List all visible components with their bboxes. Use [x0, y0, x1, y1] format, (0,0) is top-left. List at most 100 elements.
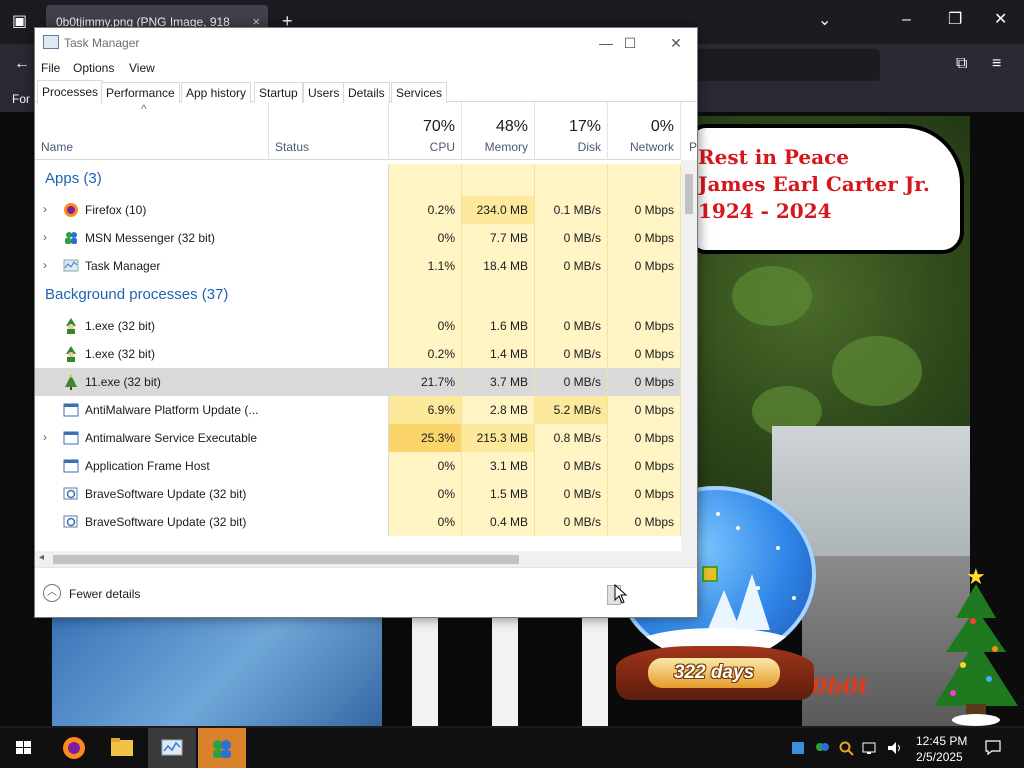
menu-bar: File Options View [35, 58, 697, 80]
network-label: Network [629, 140, 674, 154]
cpu-value: 0% [389, 480, 462, 508]
tab-performance[interactable]: Performance [101, 82, 180, 103]
expand-chevron-icon[interactable]: › [43, 230, 47, 244]
pool-water [52, 616, 412, 726]
msn-messenger-icon [63, 230, 79, 246]
process-row[interactable]: › Antimalware Service Executable 25.3% 215.… [35, 424, 681, 452]
menu-file[interactable]: File [41, 61, 60, 75]
extensions-icon[interactable]: ⧉ [956, 56, 967, 72]
column-network[interactable]: 0% Network [608, 102, 681, 160]
memory-value: 18.4 MB [462, 252, 535, 280]
process-row[interactable]: Application Frame Host 0% 3.1 MB 0 MB/s 0 Mb… [35, 452, 681, 480]
tab-app-history[interactable]: App history [181, 82, 252, 103]
disk-value: 0 MB/s [535, 480, 608, 508]
foliage-clump [732, 266, 812, 326]
process-row[interactable]: BraveSoftware Update (32 bit) 0% 1.5 MB 0 M… [35, 480, 681, 508]
column-name[interactable]: ^ Name [35, 102, 269, 160]
network-percent: 0% [650, 118, 674, 135]
chevron-down-icon[interactable]: ⌄ [818, 13, 831, 29]
status-cell [269, 196, 389, 224]
tab-services[interactable]: Services [391, 82, 448, 103]
start-button[interactable] [0, 728, 48, 768]
process-row[interactable]: AntiMalware Platform Update (... 6.9% 2.8 … [35, 396, 681, 424]
disk-value: 0 MB/s [535, 312, 608, 340]
volume-icon[interactable] [886, 740, 902, 756]
close-icon[interactable]: ✕ [994, 12, 1007, 28]
menu-view[interactable]: View [129, 61, 155, 75]
suit-stripe [412, 616, 438, 726]
expand-chevron-icon[interactable]: › [43, 430, 47, 444]
taskbar-msn-messenger[interactable] [198, 728, 246, 768]
tray-search-icon[interactable] [838, 740, 854, 756]
window-icon [63, 402, 79, 418]
clock-date[interactable]: 2/5/2025 [916, 750, 963, 764]
process-row[interactable]: 1.exe (32 bit) 0% 1.6 MB 0 MB/s 0 Mbps [35, 312, 681, 340]
process-row[interactable]: BraveSoftware Update (32 bit) 0% 0.4 MB 0 M… [35, 508, 681, 536]
network-value: 0 Mbps [608, 196, 681, 224]
process-row[interactable]: › Firefox (10) 0.2% 234.0 MB 0.1 MB/s 0 Mbps [35, 196, 681, 224]
christmas-tree-ornament: ★ [930, 566, 1022, 728]
column-disk[interactable]: 17% Disk [535, 102, 608, 160]
process-row[interactable]: 1.exe (32 bit) 0.2% 1.4 MB 0 MB/s 0 Mbps [35, 340, 681, 368]
memory-value: 215.3 MB [462, 424, 535, 452]
process-name: MSN Messenger (32 bit) [85, 231, 216, 245]
network-value: 0 Mbps [608, 340, 681, 368]
action-center-icon[interactable] [984, 738, 1002, 756]
tab-users[interactable]: Users [303, 82, 345, 103]
disk-value: 0.8 MB/s [535, 424, 608, 452]
back-arrow-icon[interactable]: ← [14, 56, 30, 72]
cpu-value: 25.3% [389, 424, 462, 452]
scroll-left-icon[interactable]: ◂ [39, 552, 44, 563]
tab-processes[interactable]: Processes [37, 80, 104, 104]
horizontal-scrollbar[interactable]: ◂ [35, 551, 697, 567]
taskbar-firefox[interactable] [50, 728, 98, 768]
minimize-icon[interactable]: – [902, 12, 911, 28]
tray-msn-icon[interactable] [814, 740, 830, 756]
tray-app-icon[interactable] [790, 740, 806, 756]
clock-time[interactable]: 12:45 PM [916, 734, 967, 748]
title-bar[interactable]: Task Manager — ☐ ✕ [35, 28, 697, 58]
process-name: Application Frame Host [85, 459, 210, 473]
network-icon[interactable] [862, 740, 878, 756]
horizontal-scroll-thumb[interactable] [53, 555, 519, 564]
url-bar[interactable] [690, 49, 880, 81]
cpu-cell [389, 280, 462, 312]
column-cpu[interactable]: 70% CPU [389, 102, 462, 160]
status-cell [269, 224, 389, 252]
chevron-up-icon[interactable]: ︿ [43, 584, 61, 602]
status-cell [269, 340, 389, 368]
window-title: Task Manager [64, 36, 140, 50]
column-power-partial[interactable]: P [689, 140, 697, 154]
disk-cell [535, 164, 608, 196]
process-row[interactable]: 11.exe (32 bit) 21.7% 3.7 MB 0 MB/s 0 Mbps [35, 368, 681, 396]
suit-stripe [492, 616, 518, 726]
maximize-button[interactable]: ☐ [607, 28, 653, 58]
status-cell [269, 368, 389, 396]
tab-details[interactable]: Details [343, 82, 390, 103]
column-status[interactable]: Status [269, 102, 389, 160]
disk-value: 0 MB/s [535, 452, 608, 480]
bookmark-item[interactable]: For [12, 92, 30, 106]
tab-strip: Processes Performance App history Startu… [35, 80, 697, 104]
taskbar-file-explorer[interactable] [98, 728, 146, 768]
expand-chevron-icon[interactable]: › [43, 202, 47, 216]
menu-options[interactable]: Options [73, 61, 114, 75]
column-header: ^ Name Status 70% CPU 48% Memory 17% Dis… [35, 102, 697, 160]
fewer-details-link[interactable]: Fewer details [69, 587, 140, 601]
taskbar-task-manager[interactable] [148, 728, 196, 768]
tab-startup[interactable]: Startup [254, 82, 303, 103]
process-row[interactable]: › Task Manager 1.1% 18.4 MB 0 MB/s 0 Mbps [35, 252, 681, 280]
vertical-scrollbar[interactable] [681, 160, 697, 551]
expand-chevron-icon[interactable]: › [43, 258, 47, 272]
column-memory[interactable]: 48% Memory [462, 102, 535, 160]
memory-value: 1.4 MB [462, 340, 535, 368]
restore-icon[interactable]: ❐ [948, 12, 962, 28]
close-button[interactable]: ✕ [653, 28, 699, 58]
vertical-scroll-thumb[interactable] [685, 174, 693, 214]
process-row[interactable]: › MSN Messenger (32 bit) 0% 7.7 MB 0 MB/s 0 M… [35, 224, 681, 252]
process-name: 1.exe (32 bit) [85, 347, 156, 361]
menu-hamburger-icon[interactable]: ≡ [992, 56, 1001, 72]
tab-list-icon[interactable]: ▣ [12, 14, 27, 30]
task-manager-icon [63, 258, 79, 274]
status-cell [269, 252, 389, 280]
